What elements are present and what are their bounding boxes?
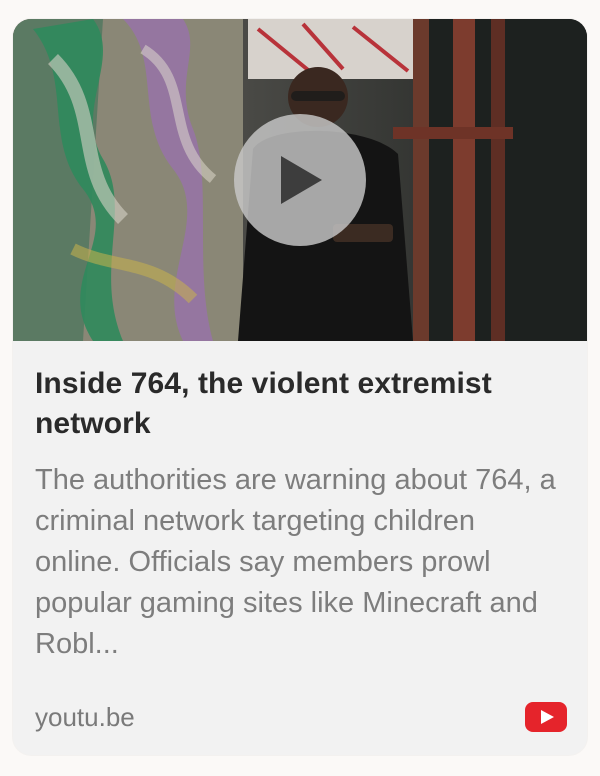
card-title[interactable]: Inside 764, the violent extremist networ… (35, 364, 565, 444)
card-description: The authorities are warning about 764, a… (35, 464, 556, 660)
video-thumbnail[interactable] (13, 19, 587, 341)
card-body: Inside 764, the violent extremist networ… (35, 364, 565, 665)
card-footer: youtu.be (35, 697, 567, 737)
youtube-icon[interactable] (525, 702, 567, 732)
link-preview-card[interactable]: Inside 764, the violent extremist networ… (13, 19, 587, 755)
play-button[interactable] (234, 114, 366, 246)
source-domain[interactable]: youtu.be (35, 702, 135, 733)
play-icon (281, 156, 322, 204)
